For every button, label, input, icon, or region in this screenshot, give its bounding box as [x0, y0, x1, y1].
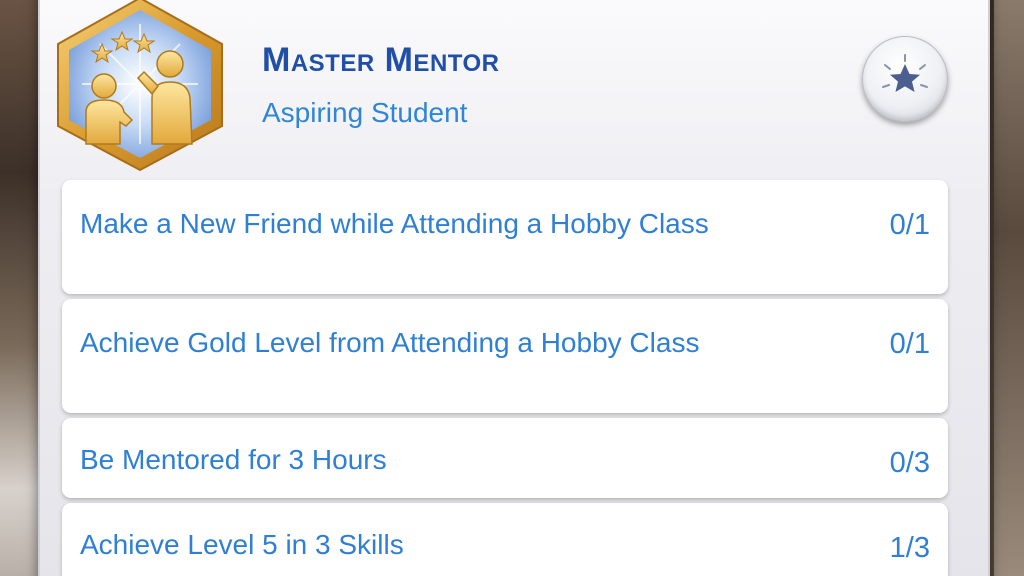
aspiration-star-button[interactable]	[862, 36, 948, 122]
game-background-left	[0, 0, 40, 576]
goal-text: Be Mentored for 3 Hours	[80, 444, 387, 475]
goal-progress: 1/3	[889, 532, 930, 564]
mentor-figures-icon	[57, 0, 223, 172]
goal-item[interactable]: Be Mentored for 3 Hours 0/3	[62, 418, 948, 498]
game-background-right	[994, 0, 1024, 576]
aspiration-title: Master Mentor	[262, 41, 500, 79]
star-icon	[882, 54, 928, 92]
aspiration-badge	[52, 0, 228, 174]
goal-text: Achieve Gold Level from Attending a Hobb…	[80, 327, 700, 358]
goal-text: Make a New Friend while Attending a Hobb…	[80, 208, 709, 239]
goal-list: Make a New Friend while Attending a Hobb…	[62, 180, 948, 576]
goal-text: Achieve Level 5 in 3 Skills	[80, 529, 404, 560]
goal-item[interactable]: Achieve Level 5 in 3 Skills 1/3	[62, 503, 948, 576]
goal-progress: 0/1	[889, 209, 930, 241]
goal-item[interactable]: Make a New Friend while Attending a Hobb…	[62, 180, 948, 294]
goal-progress: 0/3	[889, 447, 930, 479]
goal-progress: 0/1	[889, 328, 930, 360]
goal-item[interactable]: Achieve Gold Level from Attending a Hobb…	[62, 299, 948, 413]
milestone-name: Aspiring Student	[262, 97, 468, 128]
